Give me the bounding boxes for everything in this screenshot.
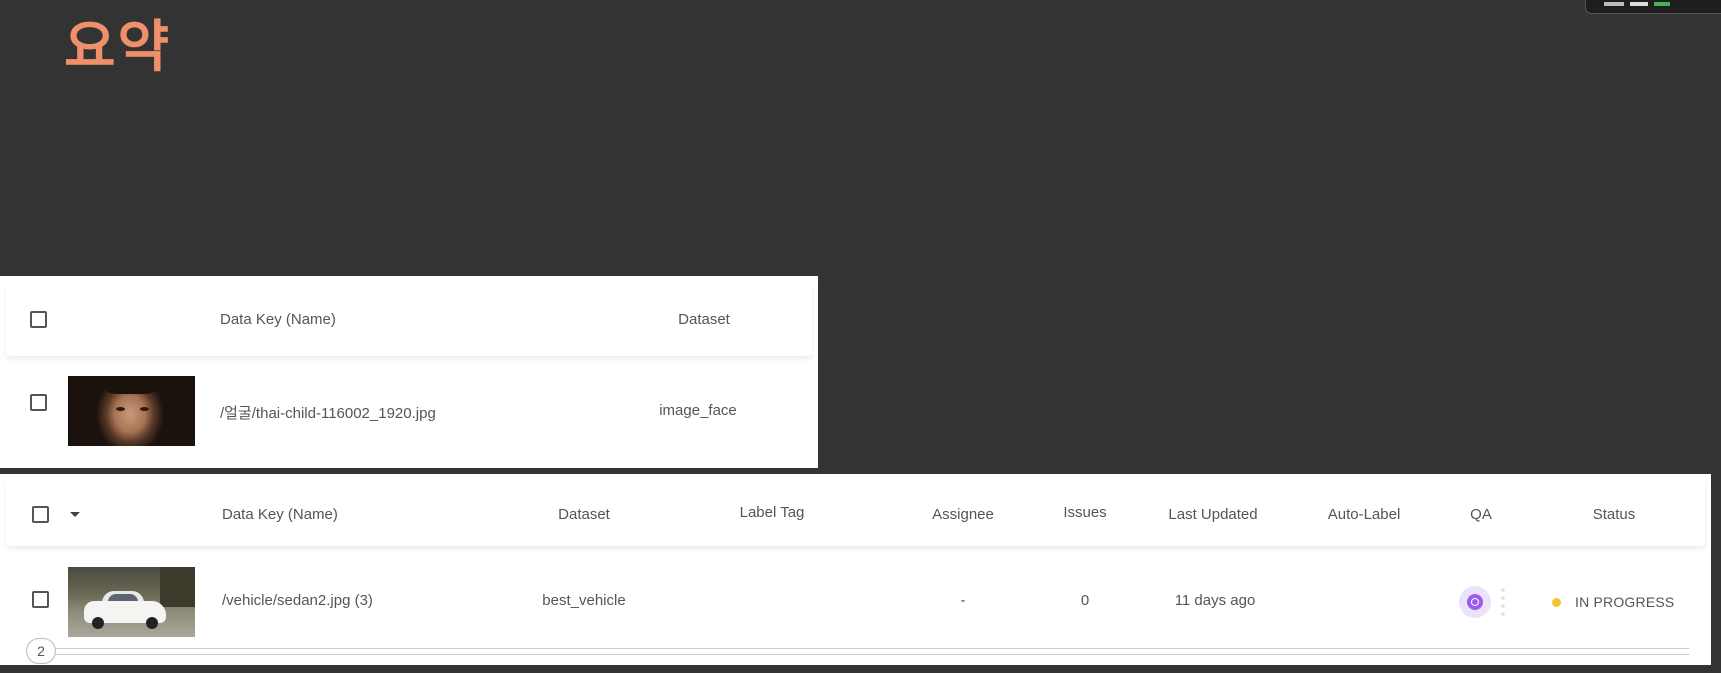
- header-last-updated[interactable]: Last Updated: [1168, 506, 1257, 523]
- row-dataset: best_vehicle: [542, 592, 626, 609]
- table-header: Data Key (Name) Dataset Label Tag Assign…: [6, 478, 1705, 546]
- thumbnail-image-detail: [140, 407, 149, 411]
- status-badge: IN PROGRESS: [1575, 594, 1675, 610]
- row-last-updated: 11 days ago: [1174, 592, 1256, 609]
- header-label-tag[interactable]: Label Tag: [740, 504, 805, 521]
- vehicle-thumbnail[interactable]: [68, 567, 195, 637]
- page-indicator[interactable]: 2: [26, 638, 56, 664]
- header-status[interactable]: Status: [1593, 506, 1636, 523]
- row-dataset: image_face: [659, 402, 737, 419]
- tray-indicator-icon: [1630, 2, 1648, 6]
- row-data-key[interactable]: /얼굴/thai-child-116002_1920.jpg: [220, 402, 436, 423]
- status-dot-icon: [1552, 598, 1561, 607]
- header-qa[interactable]: QA: [1470, 506, 1492, 523]
- header-auto-label[interactable]: Auto-Label: [1328, 506, 1401, 523]
- face-thumbnail[interactable]: [68, 376, 195, 446]
- qa-review-icon[interactable]: [1459, 586, 1491, 618]
- thumbnail-image-detail: [92, 617, 104, 629]
- select-all-checkbox[interactable]: [30, 311, 47, 328]
- thumbnail-image-detail: [160, 567, 195, 607]
- row-assignee: -: [960, 592, 966, 609]
- chevron-down-icon[interactable]: [70, 512, 80, 517]
- thumbnail-image-detail: [146, 617, 158, 629]
- data-table-simple: Data Key (Name) Dataset /얼굴/thai-child-1…: [0, 276, 818, 468]
- tray-status-icon: [1654, 2, 1670, 6]
- system-tray-widget: [1585, 0, 1721, 14]
- row-data-key[interactable]: /vehicle/sedan2.jpg (3): [222, 592, 373, 609]
- horizontal-scrollbar[interactable]: [46, 648, 1689, 655]
- header-assignee[interactable]: Assignee: [932, 506, 994, 523]
- table-header: Data Key (Name) Dataset: [6, 284, 812, 356]
- drag-handle-icon[interactable]: [1500, 586, 1506, 616]
- select-all-checkbox[interactable]: [32, 506, 49, 523]
- header-data-key[interactable]: Data Key (Name): [220, 311, 336, 328]
- thumbnail-image-detail: [116, 407, 125, 411]
- data-table-full: Data Key (Name) Dataset Label Tag Assign…: [0, 474, 1711, 665]
- slide-title: 요약: [64, 15, 172, 80]
- tray-indicator-icon: [1604, 2, 1624, 6]
- header-dataset[interactable]: Dataset: [558, 506, 610, 523]
- qa-review-icon-inner: [1467, 594, 1483, 610]
- row-checkbox[interactable]: [30, 394, 47, 411]
- header-data-key[interactable]: Data Key (Name): [222, 506, 338, 523]
- row-checkbox[interactable]: [32, 591, 49, 608]
- thumbnail-image-detail: [98, 376, 164, 394]
- row-issues: 0: [1080, 592, 1090, 609]
- header-issues[interactable]: Issues: [1063, 504, 1106, 521]
- header-dataset[interactable]: Dataset: [678, 311, 730, 328]
